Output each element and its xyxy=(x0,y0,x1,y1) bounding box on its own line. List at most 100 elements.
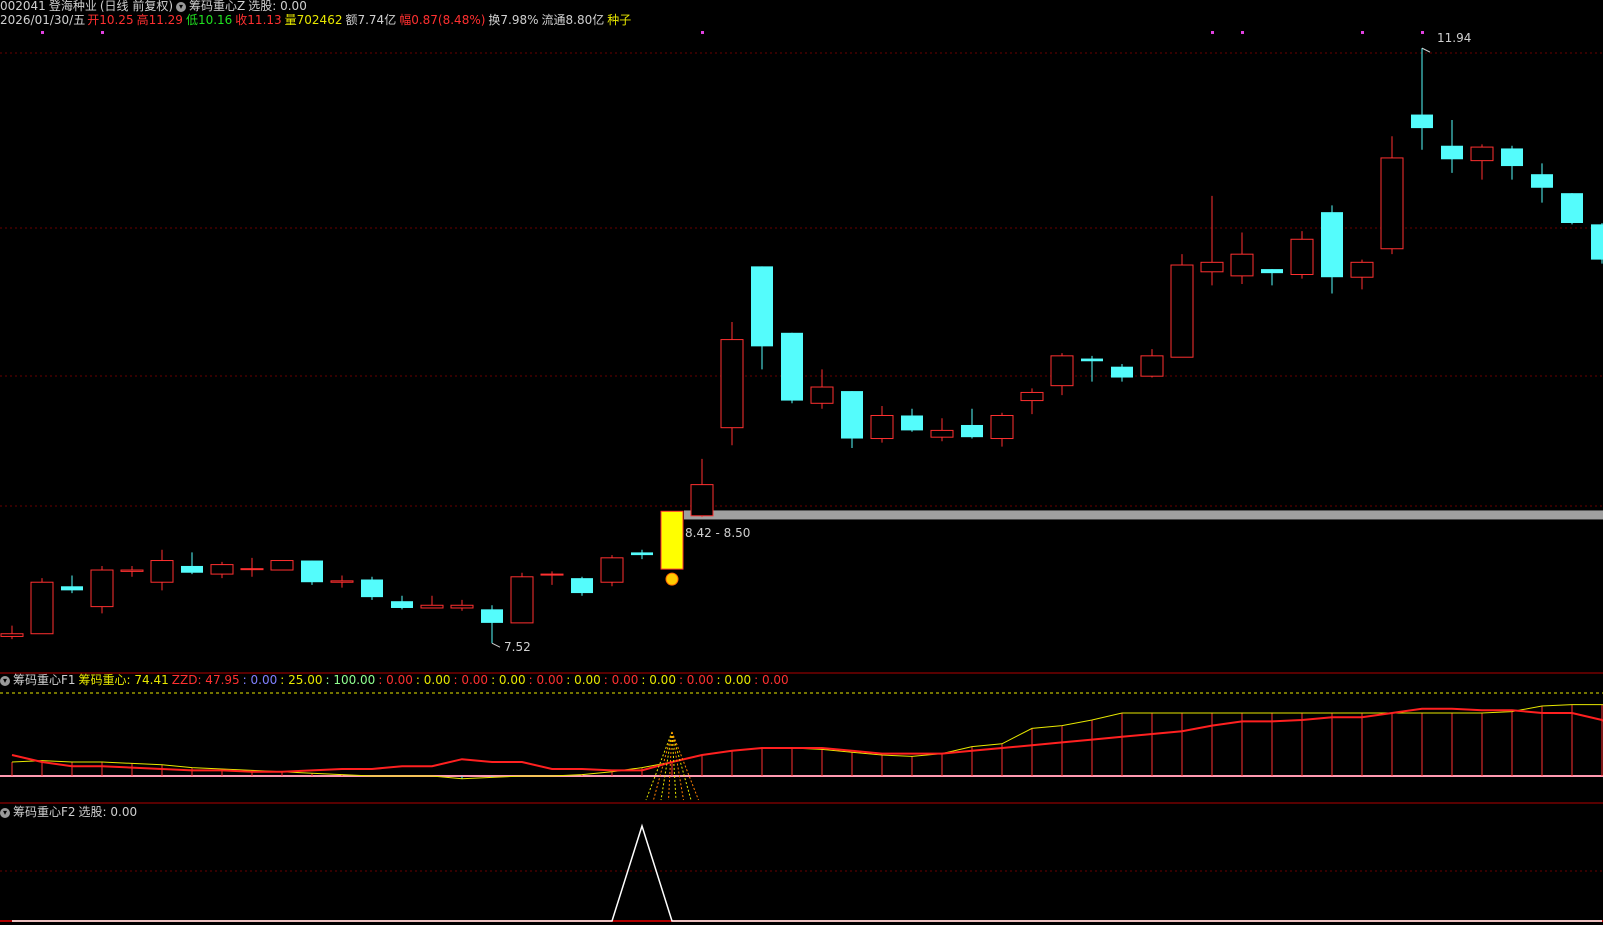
candle-body xyxy=(1050,355,1074,387)
signal-marker-4 xyxy=(1241,31,1244,34)
candle-body xyxy=(1290,238,1314,276)
candle-body xyxy=(810,386,834,404)
f1-value-14: : 0.00 xyxy=(716,673,752,687)
candle-body xyxy=(90,569,114,608)
f1-value-15: : 0.00 xyxy=(754,673,789,687)
candle-body xyxy=(120,569,144,572)
candle-body xyxy=(990,414,1014,440)
f1-value-6: : 0.00 xyxy=(415,673,451,687)
f2-header: ▾ 筹码重心F2 选股: 0.00 xyxy=(0,804,140,820)
f1-dropdown-icon[interactable]: ▾ xyxy=(0,675,10,686)
candle-body xyxy=(1140,355,1164,377)
candle-body xyxy=(270,560,294,571)
signal-marker-6 xyxy=(1421,31,1424,34)
candle-body xyxy=(631,552,653,556)
candle-body xyxy=(841,391,863,439)
candle-body xyxy=(781,332,803,401)
min-price-label: 7.52 xyxy=(504,640,531,654)
band-range-label: 8.42 - 8.50 xyxy=(685,526,751,540)
f1-value-4: : 100.00 xyxy=(325,673,376,687)
f2-select-line xyxy=(12,823,1602,922)
candle-body xyxy=(361,579,383,598)
candle-body xyxy=(1020,391,1044,402)
candle-body xyxy=(61,586,83,591)
candle-body xyxy=(901,415,923,431)
candle-body xyxy=(1200,261,1224,273)
candle-body xyxy=(870,414,894,440)
candle-body xyxy=(1591,224,1603,260)
f1-signal-fan xyxy=(671,731,699,801)
f1-value-12: : 0.00 xyxy=(641,673,676,687)
candle-body xyxy=(330,580,354,583)
f1-signal-fan xyxy=(671,731,692,801)
kline-chart[interactable] xyxy=(0,0,1603,925)
candle-body xyxy=(1230,253,1254,277)
signal-marker-0 xyxy=(41,31,44,34)
f1-value-2: : 0.00 xyxy=(242,673,278,687)
candle-body xyxy=(1111,366,1133,378)
candle-body xyxy=(540,573,564,576)
candle-body xyxy=(961,424,983,438)
candle-body xyxy=(600,557,624,583)
f1-value-8: : 0.00 xyxy=(491,673,526,687)
candle-body xyxy=(1470,146,1494,162)
candle-body xyxy=(751,266,773,347)
candle-body xyxy=(1411,114,1433,129)
candle-body xyxy=(1531,174,1553,188)
f1-value-9: : 0.00 xyxy=(528,673,564,687)
min-pointer xyxy=(491,642,501,648)
signal-candle-body xyxy=(660,510,684,570)
candle-body xyxy=(420,604,444,609)
candle-body xyxy=(181,565,203,573)
f1-value-list: 筹码重心: 74.41 ZZD: 47.95: 0.00: 25.00: 100.… xyxy=(79,673,792,687)
f1-value-1: ZZD: 47.95 xyxy=(171,673,240,687)
candle-body xyxy=(1441,145,1463,160)
candle-body xyxy=(1081,358,1103,362)
f1-title[interactable]: 筹码重心F1 xyxy=(13,673,76,687)
candle-body xyxy=(720,339,744,429)
candle-body xyxy=(690,484,714,517)
candle-body xyxy=(30,581,54,635)
f2-title[interactable]: 筹码重心F2 xyxy=(13,805,76,819)
signal-marker-1 xyxy=(101,31,104,34)
candle-body xyxy=(210,564,234,575)
candle-body xyxy=(1261,269,1283,274)
candle-body xyxy=(450,604,474,609)
f2-select-value: 选股: 0.00 xyxy=(78,805,138,819)
f1-zzd-line xyxy=(11,707,1603,773)
candle-body xyxy=(0,633,24,637)
candle-body xyxy=(930,429,954,438)
f1-signal-fan xyxy=(671,731,684,801)
candle-body xyxy=(1501,148,1523,167)
candle-body xyxy=(1561,193,1583,223)
f1-value-0: 筹码重心: 74.41 xyxy=(78,673,169,687)
candle-body xyxy=(510,576,534,624)
f1-value-13: : 0.00 xyxy=(678,673,714,687)
f1-value-11: : 0.00 xyxy=(603,673,639,687)
f1-chip-center-line xyxy=(11,704,1603,780)
signal-marker-2 xyxy=(701,31,704,34)
f1-signal-fan xyxy=(668,731,673,801)
max-price-label: 11.94 xyxy=(1437,31,1472,45)
candle-body xyxy=(481,609,503,623)
money-bag-icon xyxy=(665,572,679,586)
candle-body xyxy=(1170,264,1194,358)
candle-body xyxy=(1380,157,1404,250)
f1-value-3: : 25.00 xyxy=(280,673,323,687)
candle-body xyxy=(150,560,174,583)
support-band xyxy=(684,510,1603,520)
f1-value-10: : 0.00 xyxy=(566,673,601,687)
candle-body xyxy=(391,601,413,608)
f1-header: ▾ 筹码重心F1 筹码重心: 74.41 ZZD: 47.95: 0.00: 25.0… xyxy=(0,672,795,688)
f1-signal-fan xyxy=(671,731,677,801)
f1-value-7: : 0.00 xyxy=(453,673,489,687)
f2-dropdown-icon[interactable]: ▾ xyxy=(0,807,10,818)
signal-marker-5 xyxy=(1361,31,1364,34)
candle-body xyxy=(240,568,264,571)
max-pointer xyxy=(1421,47,1431,53)
candle-body xyxy=(571,578,593,594)
candle-body xyxy=(1350,261,1374,278)
f1-signal-fan xyxy=(660,731,673,801)
candle-body xyxy=(301,560,323,583)
signal-marker-3 xyxy=(1211,31,1214,34)
